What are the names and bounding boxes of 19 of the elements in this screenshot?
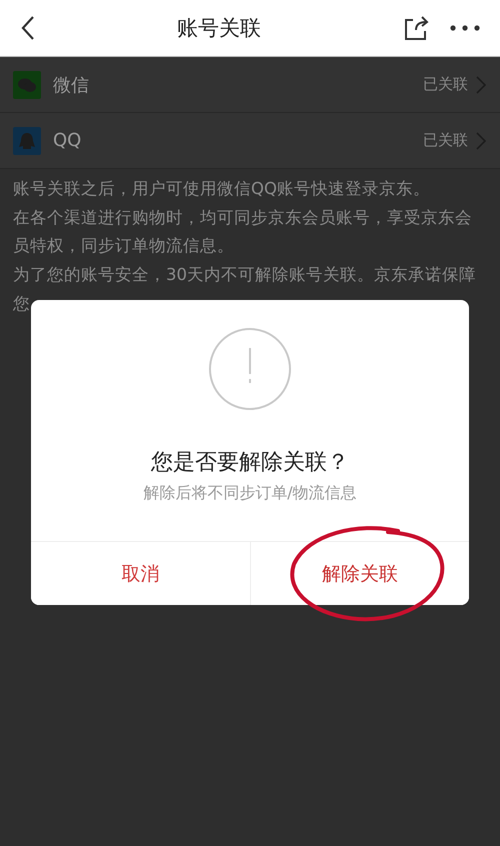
page-title: 账号关联: [176, 15, 262, 42]
notice-paragraph: 为了您的账号安全，30天内不可解除账号关联。京东承诺保障您: [13, 264, 477, 315]
chat-bubbles-icon: [13, 70, 41, 98]
share-icon[interactable]: [402, 14, 430, 42]
dialog-message: 解除后将不同步订单/物流信息: [143, 483, 357, 504]
link-status: 已关联: [423, 131, 468, 150]
warning-icon: [208, 327, 292, 411]
dialog-title: 您是否要解除关联？: [151, 449, 349, 477]
account-row[interactable]: 微信 已关联: [0, 57, 500, 113]
account-row[interactable]: QQ 已关联: [0, 113, 500, 169]
notice-paragraph: 在各个渠道进行购物时，均可同步京东会员账号，享受京东会员特权，同步订单物流信息。: [13, 206, 473, 258]
back-icon[interactable]: [20, 15, 36, 41]
penguin-icon: [13, 126, 41, 154]
notice-paragraph: 账号关联之后，用户可使用微信QQ账号快速登录京东。: [13, 178, 431, 200]
account-name: 微信: [53, 74, 90, 96]
confirm-button[interactable]: 解除关联: [250, 542, 469, 605]
account-name: QQ: [53, 130, 82, 151]
more-icon[interactable]: [450, 25, 480, 31]
link-status: 已关联: [423, 75, 468, 94]
